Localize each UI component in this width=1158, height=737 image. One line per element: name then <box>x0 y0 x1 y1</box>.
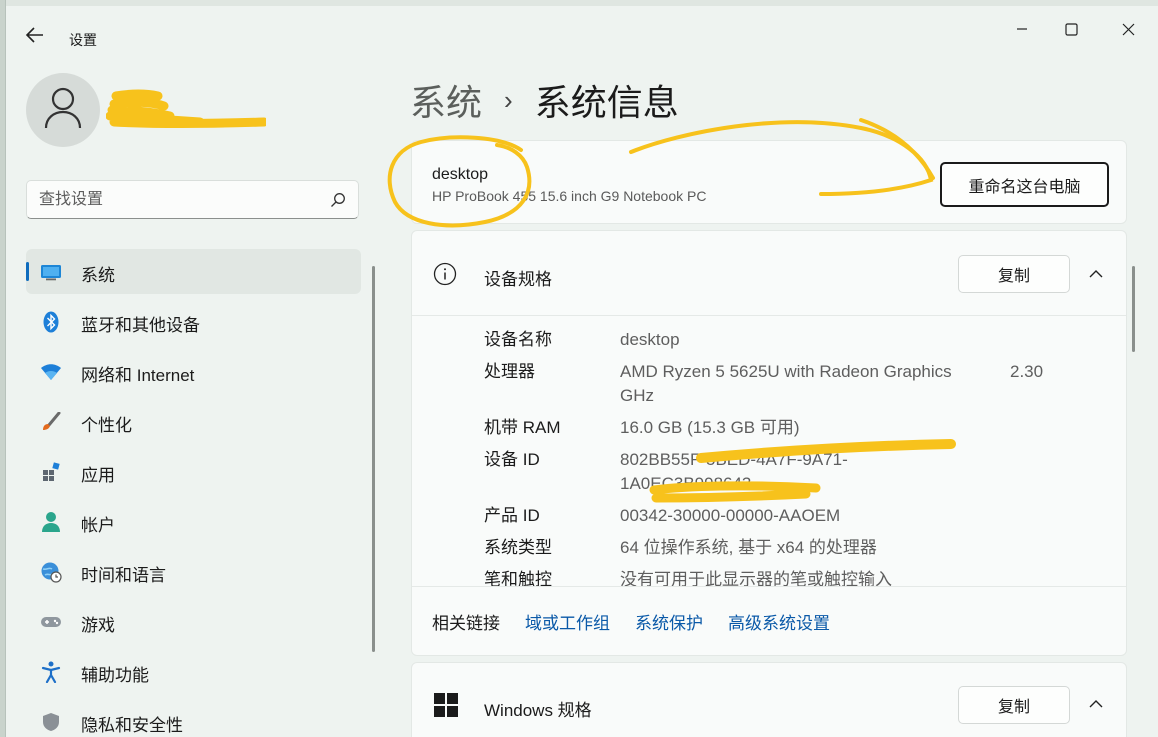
chevron-up-icon[interactable] <box>1086 694 1106 719</box>
spec-value: AMD Ryzen 5 5625U with Radeon Graphics G… <box>620 362 952 405</box>
globe-clock-icon <box>40 561 62 583</box>
chevron-right-icon: › <box>504 84 513 115</box>
info-icon <box>433 262 457 291</box>
maximize-button[interactable] <box>1053 16 1089 42</box>
sidebar-item-time-language[interactable]: 时间和语言 <box>26 549 361 594</box>
settings-window: 设置 系统 <box>5 0 1158 737</box>
search-input[interactable] <box>39 189 319 211</box>
shield-icon <box>40 711 62 733</box>
copy-windows-specs-button[interactable]: 复制 <box>958 686 1070 724</box>
chevron-up-icon[interactable] <box>1086 264 1106 289</box>
selection-indicator <box>26 262 29 281</box>
related-links-label: 相关链接 <box>432 614 500 633</box>
spec-key: 处理器 <box>484 362 535 381</box>
windows-logo-icon <box>434 693 458 722</box>
avatar[interactable] <box>26 73 100 147</box>
redaction-scribble <box>106 89 266 128</box>
spec-row: 处理器 AMD Ryzen 5 5625U with Radeon Graphi… <box>484 360 1104 408</box>
sidebar-item-accessibility[interactable]: 辅助功能 <box>26 649 361 694</box>
related-links: 相关链接 域或工作组 系统保护 高级系统设置 <box>432 609 855 634</box>
spec-value-extra: 2.30 <box>1010 362 1044 381</box>
breadcrumb: 系统 › 系统信息 <box>410 74 679 126</box>
divider <box>412 586 1126 587</box>
gamepad-icon <box>40 611 62 633</box>
sidebar-item-privacy[interactable]: 隐私和安全性 <box>26 699 361 737</box>
person-icon <box>43 86 83 135</box>
spec-key: 设备 ID <box>484 450 540 469</box>
divider <box>412 315 1126 316</box>
sidebar-nav: 系统 蓝牙和其他设备 网络和 Internet 个性化 应用 帐户 时间和语言 … <box>26 249 361 737</box>
spec-row: 设备 ID 802BB55F-5BED-4A7F-9A71-1A0EC3B998… <box>484 448 1104 496</box>
back-arrow-icon[interactable] <box>24 24 46 46</box>
content-scrollbar[interactable] <box>1132 266 1135 352</box>
sidebar-item-label: 系统 <box>81 266 115 285</box>
spec-key: 产品 ID <box>484 506 540 525</box>
wifi-icon <box>40 361 62 383</box>
link-system-protection[interactable]: 系统保护 <box>635 609 703 634</box>
spec-key: 设备名称 <box>484 330 552 349</box>
device-specs-title: 设备规格 <box>484 270 552 289</box>
sidebar-item-gaming[interactable]: 游戏 <box>26 599 361 644</box>
accessibility-icon <box>40 661 62 683</box>
spec-row: 笔和触控 没有可用于此显示器的笔或触控输入 <box>484 568 1104 592</box>
brush-icon <box>40 411 62 433</box>
spec-key: 系统类型 <box>484 538 552 557</box>
spec-value: desktop <box>620 330 680 349</box>
link-domain-workgroup[interactable]: 域或工作组 <box>525 609 610 634</box>
sidebar-item-personalization[interactable]: 个性化 <box>26 399 361 444</box>
bluetooth-icon <box>40 311 62 333</box>
link-advanced-settings[interactable]: 高级系统设置 <box>728 609 830 634</box>
spec-row: 系统类型 64 位操作系统, 基于 x64 的处理器 <box>484 536 1104 560</box>
spec-row: 机带 RAM 16.0 GB (15.3 GB 可用) <box>484 416 1104 440</box>
sidebar-item-label: 隐私和安全性 <box>81 716 183 735</box>
search-box[interactable] <box>26 180 359 219</box>
rename-pc-button[interactable]: 重命名这台电脑 <box>940 162 1109 207</box>
spec-row: 产品 ID 00342-30000-00000-AAOEM <box>484 504 1104 528</box>
sidebar-item-label: 辅助功能 <box>81 666 149 685</box>
spec-value: 16.0 GB (15.3 GB 可用) <box>620 418 800 437</box>
apps-icon <box>40 461 62 483</box>
sidebar-item-bluetooth[interactable]: 蓝牙和其他设备 <box>26 299 361 344</box>
sidebar-scrollbar[interactable] <box>372 266 375 652</box>
sidebar-item-network[interactable]: 网络和 Internet <box>26 349 361 394</box>
windows-specs-title: Windows 规格 <box>484 701 592 720</box>
spec-value: 64 位操作系统, 基于 x64 的处理器 <box>620 538 877 557</box>
copy-device-specs-button[interactable]: 复制 <box>958 255 1070 293</box>
sidebar-item-accounts[interactable]: 帐户 <box>26 499 361 544</box>
sidebar-item-label: 时间和语言 <box>81 566 166 585</box>
title-bar: 设置 <box>6 6 1158 52</box>
spec-row: 设备名称 desktop <box>484 328 1104 352</box>
device-model: HP ProBook 455 15.6 inch G9 Notebook PC <box>432 188 707 204</box>
spec-key: 笔和触控 <box>484 570 552 589</box>
minimize-button[interactable] <box>1004 16 1040 42</box>
spec-value: 没有可用于此显示器的笔或触控输入 <box>620 570 892 589</box>
breadcrumb-parent[interactable]: 系统 <box>410 74 482 126</box>
spec-key: 机带 RAM <box>484 418 561 437</box>
sidebar-item-label: 应用 <box>81 466 115 485</box>
device-name: desktop <box>432 166 489 183</box>
sidebar-item-label: 蓝牙和其他设备 <box>81 316 200 335</box>
page-title: 系统信息 <box>534 82 679 123</box>
account-icon <box>40 511 62 533</box>
sidebar-item-label: 帐户 <box>81 516 115 535</box>
sidebar-item-apps[interactable]: 应用 <box>26 449 361 494</box>
close-button[interactable] <box>1110 16 1146 42</box>
app-title: 设置 <box>69 32 97 48</box>
search-icon[interactable] <box>330 192 346 213</box>
system-icon <box>40 261 62 283</box>
device-specs-list: 设备名称 desktop 处理器 AMD Ryzen 5 5625U with … <box>484 328 1104 600</box>
spec-value: 802BB55F-5BED-4A7F-9A71-1A0EC3B998643 <box>620 450 848 493</box>
spec-value: 00342-30000-00000-AAOEM <box>620 506 841 525</box>
sidebar-item-label: 网络和 Internet <box>81 366 195 385</box>
sidebar-item-label: 游戏 <box>81 616 115 635</box>
sidebar-item-label: 个性化 <box>81 416 132 435</box>
sidebar-item-system[interactable]: 系统 <box>26 249 361 294</box>
